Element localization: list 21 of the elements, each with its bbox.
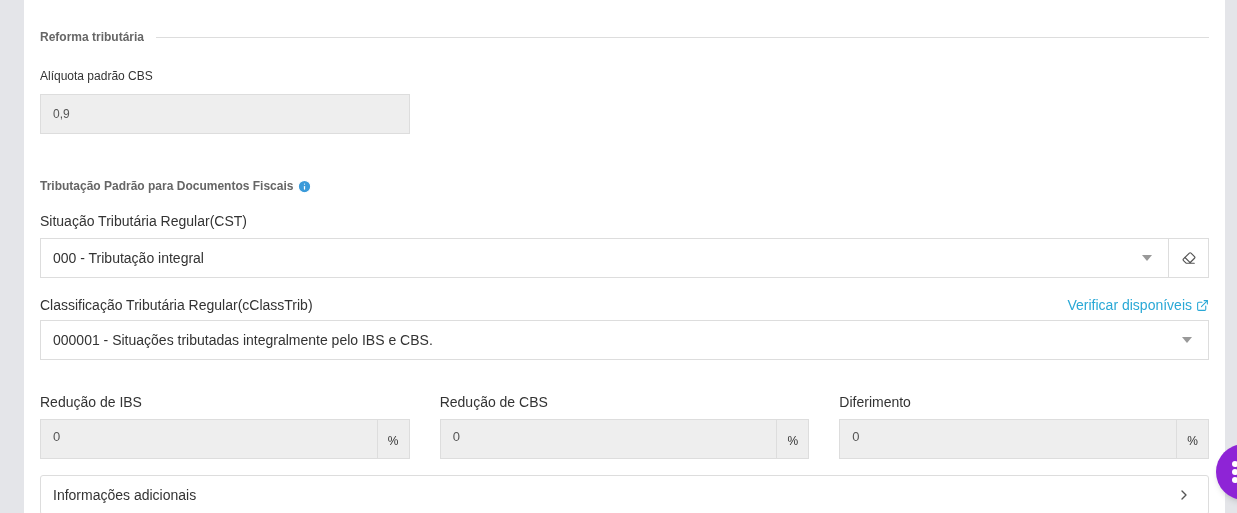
subsection-title: Tributação Padrão para Documentos Fiscais [40,178,294,195]
eraser-icon [1181,251,1196,265]
dropdown-caret-icon [1142,255,1152,261]
percent-addon: % [776,420,809,458]
info-icon[interactable] [297,178,313,194]
percent-addon: % [376,420,409,458]
dots-icon [1232,461,1237,483]
additional-info-accordion[interactable]: Informações adicionais [40,475,1209,513]
field-label: Redução de CBS [439,393,549,412]
field-label: Redução de IBS [40,393,143,412]
field-label: Diferimento [839,393,912,412]
external-link-icon [1196,299,1209,312]
cst-select[interactable]: 000 - Tributação integral [40,238,1169,278]
clear-button[interactable] [1169,238,1209,278]
percent-addon: % [1176,420,1208,458]
class-select[interactable]: 000001 - Situações tributadas integralmente pelo IBS e CBS. [40,320,1209,360]
field-label: Classificação Tributária Regular(cClassTrib) [40,296,313,315]
field-label: Alíquota padrão CBS [40,68,154,85]
section-title: Reforma tributária [40,29,145,46]
field-label: Situação Tributária Regular(CST) [40,212,248,231]
dropdown-caret-icon [1182,337,1192,343]
